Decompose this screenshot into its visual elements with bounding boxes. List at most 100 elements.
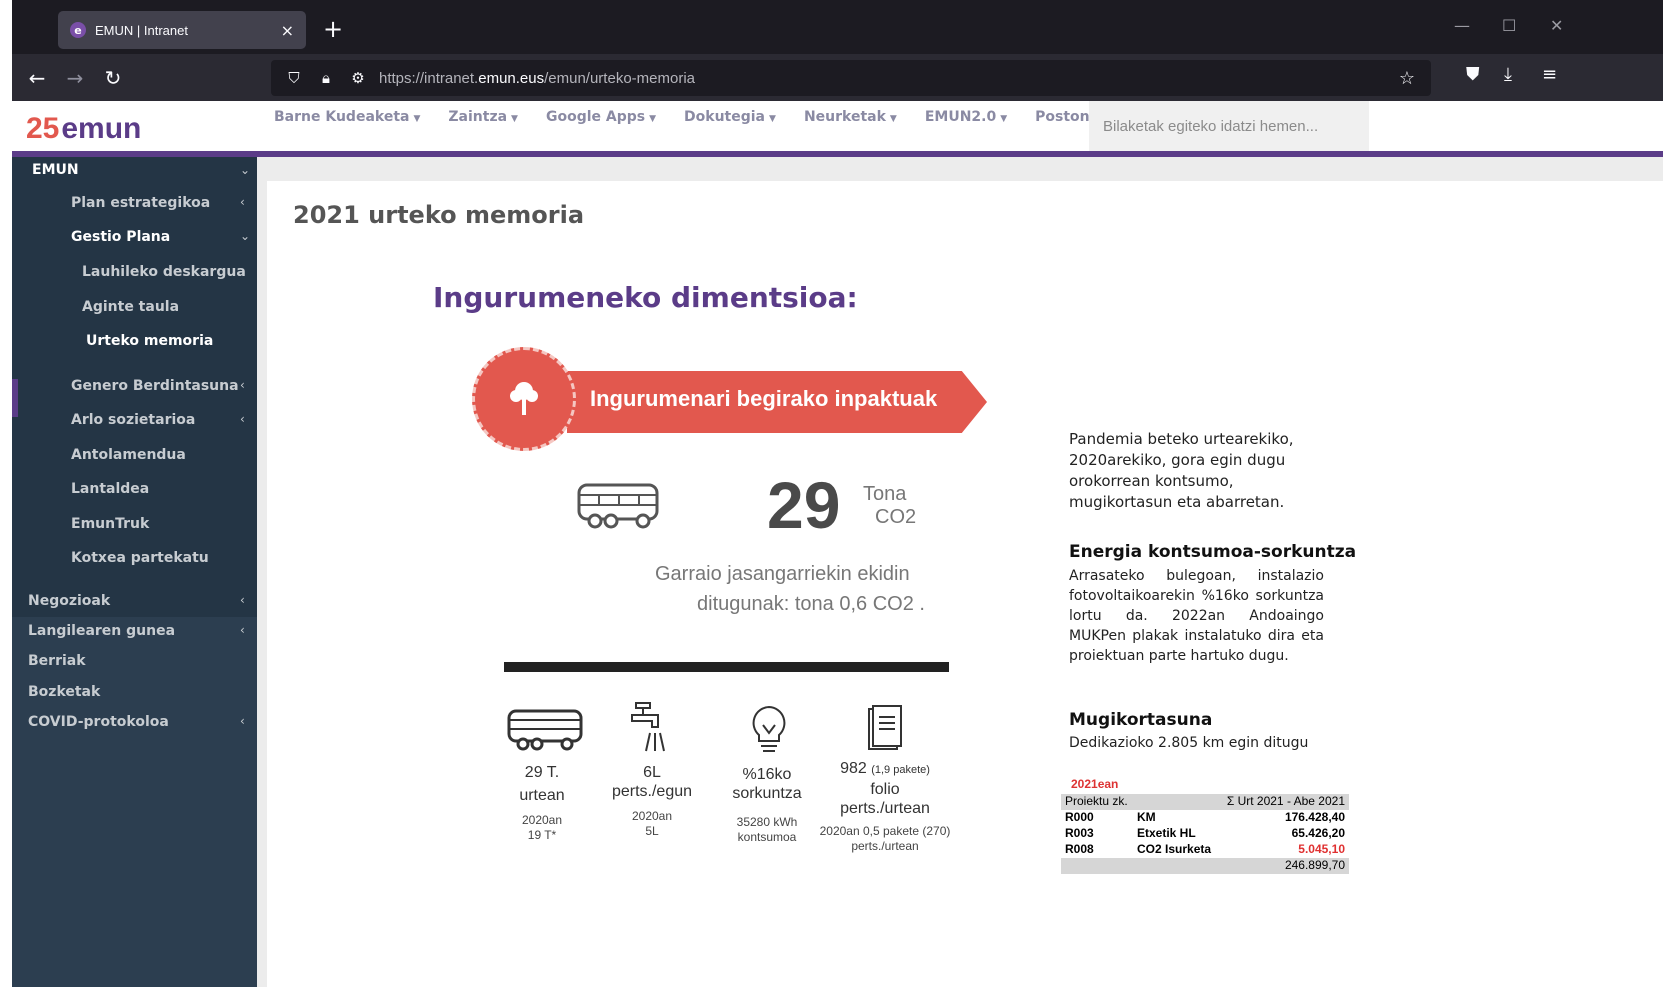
table-total: 246.899,70: [1061, 858, 1349, 874]
browser-tab[interactable]: e EMUN | Intranet ×: [58, 11, 306, 49]
address-bar[interactable]: ⛉ 🔒︎ ⚙ https://intranet.emun.eus/emun/ur…: [271, 60, 1431, 96]
sidebar-item-arlo[interactable]: Arlo sozietarioa: [71, 412, 195, 428]
sidebar-item-berriak[interactable]: Berriak: [28, 653, 86, 669]
sidebar-item-emun[interactable]: EMUN: [32, 162, 79, 178]
active-indicator: [12, 379, 18, 417]
mobility-text: Dedikazioko 2.805 km egin ditugu: [1069, 735, 1309, 751]
stat-label: perts./egun: [611, 783, 693, 800]
new-tab-button[interactable]: +: [318, 14, 348, 44]
table-row: R000 KM 176.428,40: [1065, 810, 1345, 824]
chevron-down-icon[interactable]: ⌄: [240, 163, 250, 177]
caret-down-icon: ▼: [413, 114, 421, 124]
table-row: R008 CO2 Isurketa 5.045,10: [1065, 842, 1345, 856]
chevron-left-icon[interactable]: ‹: [240, 195, 245, 209]
table-header: Proiektu zk. Σ Urt 2021 - Abe 2021: [1061, 794, 1349, 810]
permissions-icon[interactable]: ⚙: [349, 69, 367, 87]
chevron-left-icon[interactable]: ‹: [240, 623, 245, 637]
sidebar-item-lantaldea[interactable]: Lantaldea: [71, 481, 149, 497]
co2-unit-co2: CO2: [875, 506, 917, 528]
tree-icon: [510, 382, 538, 415]
km-table: 2021ean Proiektu zk. Σ Urt 2021 - Abe 20…: [1061, 777, 1349, 874]
tab-title: EMUN | Intranet: [95, 22, 188, 38]
sidebar-item-negozioak[interactable]: Negozioak: [28, 593, 110, 609]
navigation-toolbar: ← → ↻ ⛉ 🔒︎ ⚙ https://intranet.emun.eus/e…: [12, 54, 1663, 101]
stat-prev-value: perts./urtean: [851, 839, 919, 853]
stat-water: 6L perts./egun 2020an 5L: [607, 763, 697, 839]
chevron-left-icon[interactable]: ‹: [240, 714, 245, 728]
shield-icon[interactable]: ⛉: [285, 69, 303, 87]
chevron-left-icon[interactable]: ‹: [240, 412, 245, 426]
sidebar-item-bozketak[interactable]: Bozketak: [28, 684, 100, 700]
search-input[interactable]: Bilaketak egiteko idatzi hemen...: [1089, 101, 1369, 151]
sidebar-item-kotxea[interactable]: Kotxea partekatu: [71, 550, 209, 566]
menu-item-emun20[interactable]: EMUN2.0 ▼: [925, 109, 1007, 125]
chevron-down-icon[interactable]: ⌄: [240, 229, 250, 243]
header-divider: [12, 151, 1663, 157]
chevron-left-icon[interactable]: ‹: [240, 593, 245, 607]
energy-text: Arrasateko bulegoan, instalazio fotovolt…: [1069, 568, 1324, 664]
mobility-title: Mugikortasuna: [1069, 710, 1213, 730]
logo-emun: emun: [61, 112, 142, 145]
stat-transport: 29 T. urtean 2020an 19 T*: [507, 763, 577, 843]
sidebar-item-aginte[interactable]: Aginte taula: [82, 299, 179, 315]
reload-icon[interactable]: ↻: [98, 64, 128, 94]
menu-item-neurketak[interactable]: Neurketak ▼: [804, 109, 897, 125]
stat-paper: 982 (1,9 pakete) folio perts./urtean 202…: [815, 759, 955, 854]
site-header: 25 emun Barne Kudeaketa ▼ Zaintza ▼ Google…: [12, 101, 1663, 157]
document-icon: [868, 705, 902, 750]
page-title: 2021 urteko memoria: [293, 201, 585, 229]
pocket-icon[interactable]: ⛊: [1466, 64, 1480, 85]
stat-value: 29 T.: [524, 764, 560, 781]
bus-small-icon: [507, 709, 583, 751]
sidebar-item-urteko[interactable]: Urteko memoria: [86, 333, 213, 349]
menu-item-google-apps[interactable]: Google Apps ▼: [546, 109, 656, 125]
sidebar-item-emuntruk[interactable]: EmunTruk: [71, 516, 149, 532]
url-text[interactable]: https://intranet.emun.eus/emun/urteko-me…: [379, 70, 695, 87]
window-close-icon[interactable]: ✕: [1550, 16, 1563, 35]
menu-item-zaintza[interactable]: Zaintza ▼: [448, 109, 518, 125]
browser-window: e EMUN | Intranet × + — ☐ ✕ ← → ↻ ⛉ 🔒︎ ⚙…: [12, 0, 1663, 987]
stat-energy: %16ko sorkuntza 35280 kWh kontsumoa: [722, 765, 812, 845]
menu-icon[interactable]: ≡: [1542, 64, 1557, 85]
back-icon[interactable]: ←: [22, 64, 52, 94]
stat-value: 982: [840, 760, 867, 777]
transport-text-1: Garraio jasangarriekin ekidin: [655, 563, 910, 585]
sidebar-item-covid[interactable]: COVID-protokoloa: [28, 714, 169, 730]
sidebar-item-plan[interactable]: Plan estrategikoa: [71, 195, 210, 211]
maximize-icon[interactable]: ☐: [1502, 16, 1516, 35]
bookmark-star-icon[interactable]: ☆: [1399, 68, 1415, 89]
web-page: 25 emun Barne Kudeaketa ▼ Zaintza ▼ Google…: [12, 101, 1663, 987]
menu-item-dokutegia[interactable]: Dokutegia ▼: [684, 109, 776, 125]
sidebar-item-lauhileko[interactable]: Lauhileko deskargua: [82, 264, 246, 280]
menu-item-barne[interactable]: Barne Kudeaketa ▼: [274, 109, 420, 125]
caret-down-icon: ▼: [1000, 114, 1008, 124]
ribbon-title: Ingurumenari begirako inpaktuak: [590, 386, 938, 411]
emun-logo[interactable]: 25 emun: [26, 109, 141, 149]
download-icon[interactable]: ⤓: [1504, 64, 1512, 85]
sidebar-item-langilearen[interactable]: Langilearen gunea: [28, 623, 175, 639]
sidebar-item-genero[interactable]: Genero Berdintasuna: [71, 378, 239, 394]
transport-text-2: ditugunak: tona 0,6 CO2 .: [697, 593, 925, 615]
sidebar-item-gestio[interactable]: Gestio Plana: [71, 229, 170, 245]
caret-down-icon: ▼: [769, 114, 776, 124]
divider-bar: [504, 662, 949, 672]
table-row: R003 Etxetik HL 65.426,20: [1065, 826, 1345, 840]
lock-icon[interactable]: 🔒︎: [317, 69, 335, 87]
tab-close-icon[interactable]: ×: [281, 21, 294, 40]
intro-text: Pandemia beteko urtearekiko, 2020arekiko…: [1069, 430, 1294, 511]
bus-icon: [577, 483, 659, 529]
stat-prev: 2020an: [631, 809, 673, 823]
stat-prev-value: 19 T*: [527, 828, 557, 842]
chevron-left-icon[interactable]: ‹: [240, 378, 245, 392]
url-domain: emun.eus: [478, 69, 545, 87]
sidebar-item-antolamendua[interactable]: Antolamendua: [71, 447, 186, 463]
main-content: 2021 urteko memoria Ingurumeneko diments…: [267, 181, 1663, 987]
caret-down-icon: ▼: [649, 114, 657, 124]
logo-25: 25: [26, 112, 60, 145]
stat-prev: 2020an 0,5 pakete (270): [819, 824, 951, 838]
minimize-icon[interactable]: —: [1454, 16, 1470, 35]
co2-unit-tona: Tona: [863, 483, 907, 505]
site-favicon-icon: e: [70, 22, 86, 38]
stat-label: urtean: [519, 787, 565, 804]
forward-icon[interactable]: →: [60, 64, 90, 94]
